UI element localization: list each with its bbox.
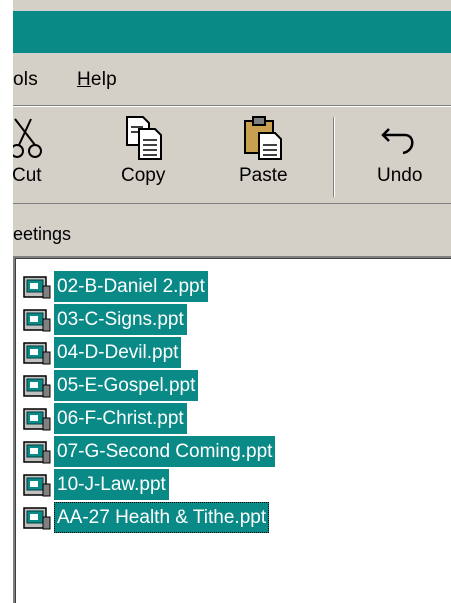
- file-name: 02-B-Daniel 2.ppt: [54, 271, 208, 302]
- file-list-panel[interactable]: 02-B-Daniel 2.ppt 03-C-Signs.ppt 04-D-Devi…: [13, 256, 451, 603]
- copy-button[interactable]: Copy: [111, 107, 191, 203]
- powerpoint-file-icon: [23, 408, 51, 437]
- file-name: 03-C-Signs.ppt: [54, 304, 187, 335]
- explorer-window: ols Help Cut Copy Paste Undo eetings 02-…: [13, 0, 451, 603]
- file-list: 02-B-Daniel 2.ppt 03-C-Signs.ppt 04-D-Devi…: [15, 258, 451, 603]
- paste-label: Paste: [239, 165, 288, 186]
- cut-label: Cut: [13, 165, 42, 186]
- folder-path: eetings: [13, 224, 72, 244]
- powerpoint-file-icon: [23, 375, 51, 404]
- copy-label: Copy: [121, 165, 166, 186]
- paste-button[interactable]: Paste: [221, 107, 311, 203]
- copy-icon: [125, 115, 165, 166]
- powerpoint-file-icon: [23, 309, 51, 338]
- menu-help-label: elp: [90, 69, 117, 90]
- powerpoint-file-icon: [23, 276, 51, 305]
- menu-bar: ols Help: [13, 53, 451, 106]
- file-name: 07-G-Second Coming.ppt: [54, 436, 276, 467]
- undo-arrow-icon: [381, 115, 421, 166]
- powerpoint-file-icon: [23, 474, 51, 503]
- address-bar: eetings: [13, 204, 451, 256]
- menu-tools-label: ols: [13, 69, 38, 90]
- powerpoint-file-icon: [23, 507, 51, 536]
- toolbar-separator: [333, 117, 335, 197]
- cut-button[interactable]: Cut: [13, 107, 83, 203]
- menu-help[interactable]: Help: [77, 69, 117, 91]
- file-name: AA-27 Health & Tithe.ppt: [54, 502, 270, 533]
- menu-tools[interactable]: ols: [13, 69, 38, 91]
- undo-label: Undo: [377, 165, 423, 186]
- file-name: 05-E-Gospel.ppt: [54, 370, 199, 401]
- powerpoint-file-icon: [23, 342, 51, 371]
- title-bar[interactable]: [13, 11, 451, 53]
- file-name: 04-D-Devil.ppt: [54, 337, 182, 368]
- toolbar: Cut Copy Paste Undo: [13, 106, 451, 203]
- powerpoint-file-icon: [23, 441, 51, 470]
- undo-button[interactable]: Undo: [349, 107, 449, 203]
- clipboard-icon: [243, 115, 285, 166]
- file-name: 06-F-Christ.ppt: [54, 403, 187, 434]
- scissors-icon: [13, 115, 45, 166]
- file-name: 10-J-Law.ppt: [54, 469, 169, 500]
- menu-help-accel: H: [77, 69, 91, 90]
